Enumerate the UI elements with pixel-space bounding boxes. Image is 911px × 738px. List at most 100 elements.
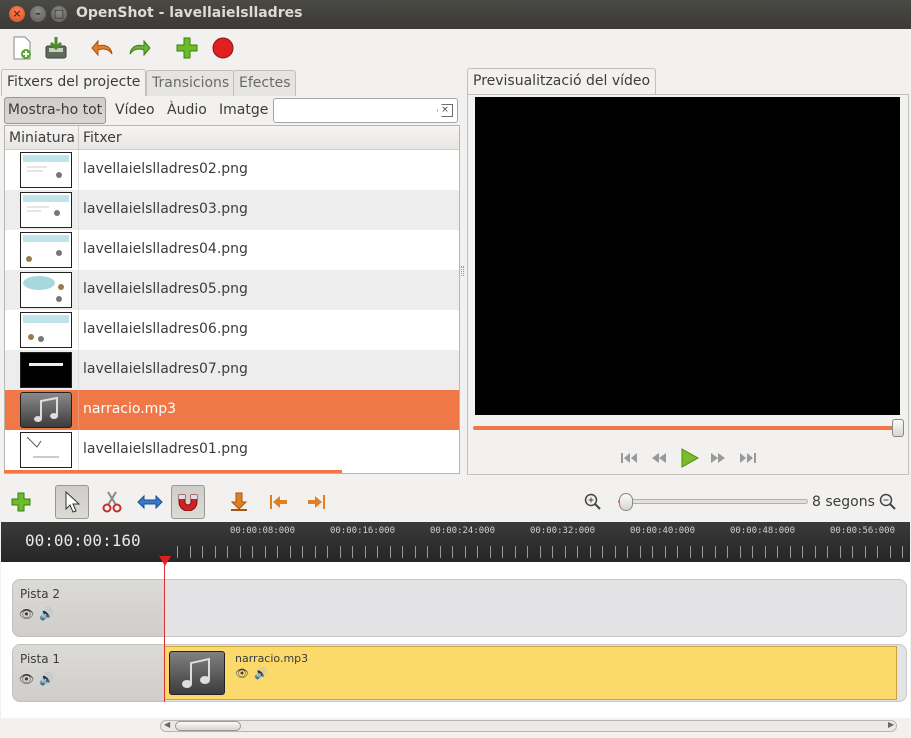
- resize-tool-button[interactable]: [133, 485, 167, 519]
- ruler-tick: [190, 546, 191, 558]
- play-icon[interactable]: [677, 447, 701, 469]
- ruler-tick: [277, 546, 278, 558]
- next-marker-icon[interactable]: [300, 485, 334, 519]
- playhead-marker[interactable]: [159, 556, 171, 566]
- file-row[interactable]: lavellaielslladres07.png: [5, 350, 459, 390]
- add-files-icon[interactable]: [174, 35, 200, 61]
- magnet-icon: [178, 494, 198, 511]
- file-name: lavellaielslladres03.png: [83, 201, 248, 217]
- tab-project-files[interactable]: Fitxers del projecte: [1, 69, 147, 96]
- pane-resize-handle[interactable]: [461, 266, 464, 276]
- file-row-selected[interactable]: narracio.mp3: [5, 390, 459, 430]
- file-row[interactable]: lavellaielslladres06.png: [5, 310, 459, 350]
- zoom-slider-handle[interactable]: [619, 493, 633, 511]
- scissors-icon: [102, 491, 122, 513]
- clear-search-icon[interactable]: ×: [437, 104, 453, 117]
- file-row[interactable]: lavellaielslladres04.png: [5, 230, 459, 270]
- previous-marker-icon[interactable]: [261, 485, 295, 519]
- snapping-toggle-button[interactable]: [171, 485, 205, 519]
- jump-start-icon[interactable]: [619, 451, 639, 465]
- track-header-2[interactable]: Pista 2 👁 🔊: [12, 579, 164, 637]
- track-lane-2[interactable]: [164, 579, 907, 637]
- column-header-thumbnail[interactable]: Miniatura: [9, 130, 75, 146]
- file-name: lavellaielslladres02.png: [83, 161, 248, 177]
- file-name: narracio.mp3: [83, 401, 177, 417]
- minimize-window-button[interactable]: –: [30, 6, 46, 22]
- file-row[interactable]: lavellaielslladres01.png: [5, 430, 459, 470]
- zoom-slider[interactable]: [618, 499, 808, 504]
- filter-video-button[interactable]: Vídeo: [115, 102, 155, 118]
- file-row[interactable]: lavellaielslladres05.png: [5, 270, 459, 310]
- new-project-icon[interactable]: [9, 35, 35, 61]
- select-tool-button[interactable]: [55, 485, 89, 519]
- save-project-icon[interactable]: [43, 35, 69, 61]
- ruler-tick: [440, 546, 441, 558]
- ruler-tick: [752, 546, 753, 558]
- ruler-tick-label: 00:00:16:000: [330, 526, 396, 536]
- ruler-tick: [640, 546, 641, 558]
- filter-audio-button[interactable]: Àudio: [167, 102, 207, 118]
- ruler-tick: [790, 546, 791, 558]
- music-note-icon: [182, 657, 210, 688]
- ruler-tick: [665, 546, 666, 558]
- ruler-tick-label: 00:00:40:000: [630, 526, 696, 536]
- ruler-tick: [177, 546, 178, 558]
- scroll-right-icon[interactable]: ▶: [888, 720, 894, 729]
- ruler-tick: [890, 546, 891, 558]
- tab-effects[interactable]: Efectes: [233, 70, 297, 96]
- search-input[interactable]: ×: [273, 98, 458, 123]
- ruler-tick: [690, 546, 691, 558]
- file-thumbnail: [20, 312, 72, 348]
- scroll-left-icon[interactable]: ◀: [164, 720, 170, 729]
- timeline-horizontal-scrollbar[interactable]: [160, 720, 897, 732]
- jump-end-icon[interactable]: [738, 451, 758, 465]
- ruler-tick: [852, 546, 853, 558]
- ruler-tick: [777, 546, 778, 558]
- ruler-tick: [727, 546, 728, 558]
- close-window-button[interactable]: ×: [9, 6, 25, 22]
- add-track-icon[interactable]: [4, 485, 38, 519]
- export-video-icon[interactable]: [210, 35, 236, 61]
- speaker-icon[interactable]: 🔊: [39, 607, 54, 621]
- title-bar: × – □ OpenShot - lavellaielslladres: [0, 0, 911, 29]
- project-file-list[interactable]: Miniatura Fitxer lavellaielslladres02.pn…: [4, 125, 460, 474]
- ruler-tick: [815, 546, 816, 558]
- timeline-scrollbar-thumb[interactable]: [175, 721, 241, 731]
- ruler-tick: [615, 546, 616, 558]
- ruler-tick: [552, 546, 553, 558]
- file-thumbnail: [20, 192, 72, 228]
- filter-show-all-button[interactable]: Mostra-ho tot: [4, 97, 106, 124]
- file-thumbnail: [20, 352, 72, 388]
- file-list-scroll-indicator[interactable]: [4, 470, 342, 473]
- razor-tool-button[interactable]: [95, 485, 129, 519]
- eye-icon[interactable]: 👁: [19, 607, 34, 621]
- file-thumbnail: [20, 152, 72, 188]
- track-header-1[interactable]: Pista 1 👁 🔊: [12, 644, 164, 702]
- speaker-icon[interactable]: 🔊: [254, 667, 268, 680]
- ruler-tick: [677, 546, 678, 558]
- ruler-tick: [840, 546, 841, 558]
- eye-icon[interactable]: 👁: [235, 667, 249, 680]
- tab-video-preview[interactable]: Previsualització del vídeo: [467, 68, 657, 95]
- ruler-tick: [527, 546, 528, 558]
- filter-image-button[interactable]: Imatge: [219, 102, 268, 118]
- preview-position-slider[interactable]: [473, 426, 900, 430]
- fast-forward-icon[interactable]: [708, 451, 728, 465]
- rewind-icon[interactable]: [649, 451, 669, 465]
- column-header-file[interactable]: Fitxer: [83, 130, 122, 146]
- undo-icon[interactable]: [90, 35, 116, 61]
- zoom-out-icon[interactable]: [879, 493, 897, 515]
- file-row[interactable]: lavellaielslladres02.png: [5, 150, 459, 190]
- track-name: Pista 1: [20, 652, 61, 666]
- zoom-in-icon[interactable]: [584, 493, 602, 515]
- add-marker-icon[interactable]: [222, 485, 256, 519]
- ruler-tick-label: 00:00:56:000: [830, 526, 896, 536]
- tab-transitions[interactable]: Transicions: [146, 70, 236, 96]
- maximize-window-button[interactable]: □: [51, 6, 67, 22]
- speaker-icon[interactable]: 🔊: [39, 672, 54, 686]
- ruler-tick: [602, 546, 603, 558]
- eye-icon[interactable]: 👁: [19, 672, 34, 686]
- redo-icon[interactable]: [126, 35, 152, 61]
- file-row[interactable]: lavellaielslladres03.png: [5, 190, 459, 230]
- preview-slider-handle[interactable]: [892, 419, 904, 437]
